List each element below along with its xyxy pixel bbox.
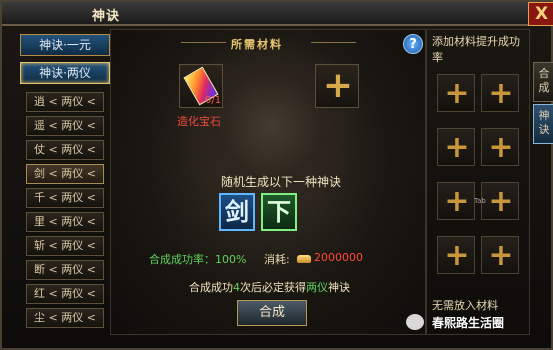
synthesis-panel: 所需材料 ? 0/1 造化宝石 + 随机生成以下一种神诀 剑 下 合成成功率：1… (110, 29, 426, 335)
plus-icon: + (444, 238, 470, 273)
tab-hint: Tab (474, 197, 486, 205)
note-tier: 两仪 (306, 281, 328, 294)
side-tab-hecheng[interactable]: 合成 (533, 62, 553, 102)
note-count: 4 (233, 281, 240, 294)
plus-icon: + (488, 238, 514, 273)
tier-liangyi-button[interactable]: 神诀·两仪 (20, 62, 110, 84)
material-slot[interactable]: 0/1 (179, 64, 223, 108)
plus-icon: + (322, 65, 354, 106)
shenjue-window: 神诀 X 神诀·一元 神诀·两仪 逍 < 两仪 < 遥 < 两仪 < 仗 < 两… (0, 0, 553, 350)
header-divider (311, 42, 356, 43)
list-item[interactable]: 斩 < 两仪 < (26, 236, 104, 256)
glyph-xia[interactable]: 下 (261, 193, 297, 231)
list-item[interactable]: 千 < 两仪 < (26, 188, 104, 208)
help-button[interactable]: ? (403, 34, 423, 54)
boost-slot[interactable]: + (481, 236, 519, 274)
note-prefix: 合成成功 (189, 281, 233, 294)
list-item[interactable]: 剑 < 两仪 < (26, 164, 104, 184)
list-item[interactable]: 断 < 两仪 < (26, 260, 104, 280)
plus-icon: + (488, 130, 514, 165)
watermark-text: 春熙路生活圈 (432, 316, 505, 330)
cost-value: 2000000 (314, 251, 363, 264)
list-item[interactable]: 遥 < 两仪 < (26, 116, 104, 136)
side-tab-shenjue[interactable]: 神诀 (533, 104, 553, 144)
success-rate-text: 合成成功率：100% (149, 253, 247, 266)
plus-icon: + (488, 76, 514, 111)
empty-material-slot[interactable]: + (315, 64, 359, 108)
plus-icon: + (488, 184, 514, 219)
boost-slot[interactable]: + (437, 182, 475, 220)
synthesize-button[interactable]: 合成 (237, 300, 307, 326)
plus-icon: + (444, 184, 470, 219)
cost-label: 消耗: (264, 253, 290, 266)
gold-ingot-icon (297, 255, 311, 263)
material-name: 造化宝石 (177, 115, 221, 128)
glyph-jian[interactable]: 剑 (219, 193, 255, 231)
list-item[interactable]: 仗 < 两仪 < (26, 140, 104, 160)
window-title: 神诀 (92, 9, 121, 24)
boost-title: 添加材料提升成功率 (432, 35, 520, 64)
plus-icon: + (444, 130, 470, 165)
list-item[interactable]: 逍 < 两仪 < (26, 92, 104, 112)
no-material-needed-text: 无需放入材料 (432, 299, 498, 312)
title-bar: 神诀 X (2, 2, 553, 26)
boost-slot[interactable]: + (481, 128, 519, 166)
random-generate-text: 随机生成以下一种神诀 (221, 175, 342, 189)
wechat-icon (406, 314, 424, 330)
plus-icon: + (444, 76, 470, 111)
boost-slot[interactable]: + (481, 182, 519, 220)
boost-slot[interactable]: + (437, 236, 475, 274)
note-mid: 次后必定获得 (240, 281, 306, 294)
boost-materials-panel: 添加材料提升成功率 + + + + + + + + 无需放入材料 (426, 29, 530, 335)
guarantee-note: 合成成功4次后必定获得两仪神诀 (189, 279, 350, 295)
left-list-panel: 神诀·一元 神诀·两仪 逍 < 两仪 < 遥 < 两仪 < 仗 < 两仪 < 剑… (14, 29, 110, 334)
required-materials-header: 所需材料 (231, 38, 283, 51)
boost-slot[interactable]: + (481, 74, 519, 112)
close-button[interactable]: X (528, 2, 553, 26)
note-suffix: 神诀 (328, 281, 350, 294)
header-divider (181, 42, 226, 43)
list-item[interactable]: 里 < 两仪 < (26, 212, 104, 232)
boost-slot[interactable]: + (437, 74, 475, 112)
list-item[interactable]: 红 < 两仪 < (26, 284, 104, 304)
boost-slot[interactable]: + (437, 128, 475, 166)
list-item[interactable]: 尘 < 两仪 < (26, 308, 104, 328)
material-count: 0/1 (205, 95, 222, 106)
tier-yiyuan-button[interactable]: 神诀·一元 (20, 34, 110, 56)
